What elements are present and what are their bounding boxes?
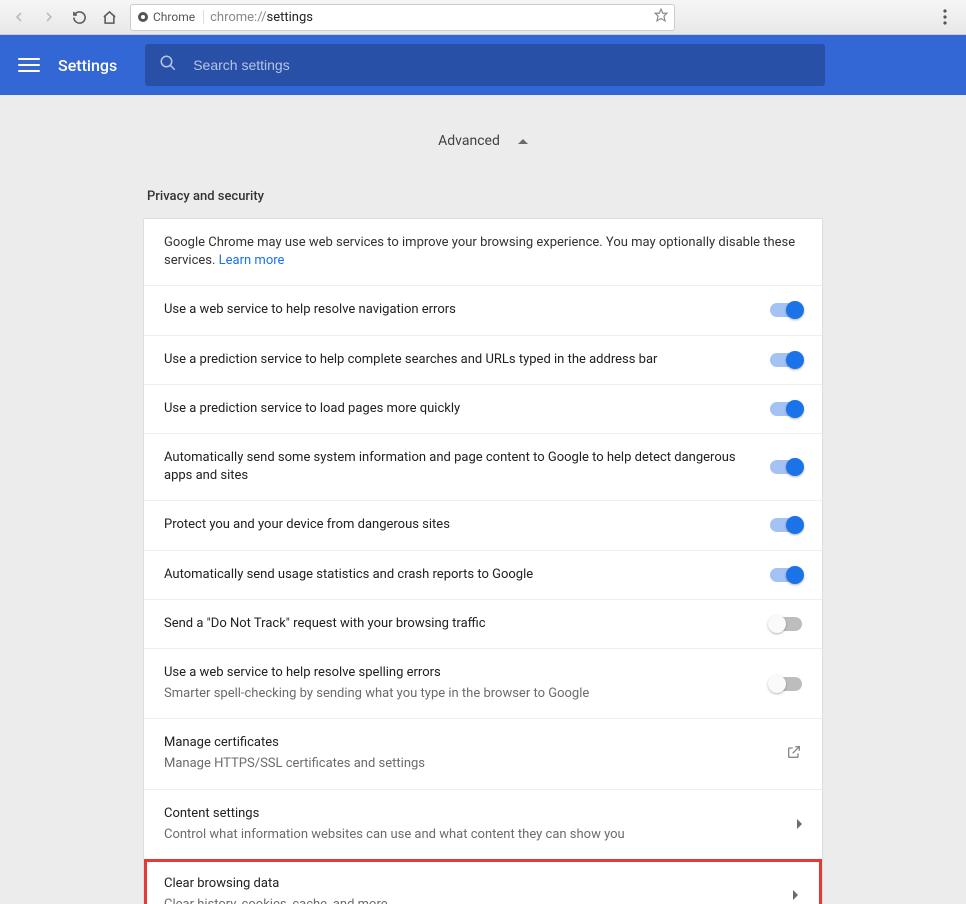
row-label: Automatically send usage statistics and … (164, 566, 746, 584)
settings-row: Protect you and your device from dangero… (144, 500, 822, 549)
url-text: chrome://settings (210, 10, 648, 25)
site-identity-chip[interactable]: Chrome (137, 10, 204, 24)
toggle-switch[interactable] (770, 460, 802, 474)
row-sublabel: Clear history, cookies, cache, and more (164, 896, 742, 904)
settings-row[interactable]: Manage certificates Manage HTTPS/SSL cert… (144, 718, 822, 788)
home-button[interactable] (96, 4, 122, 30)
settings-header: Settings (0, 35, 966, 95)
toggle-switch[interactable] (770, 617, 802, 631)
settings-row: Use a prediction service to load pages m… (144, 384, 822, 433)
page-title: Settings (58, 56, 117, 75)
intro-row: Google Chrome may use web services to im… (144, 219, 822, 285)
privacy-section: Privacy and security Google Chrome may u… (143, 189, 823, 904)
row-label: Content settings (164, 805, 746, 823)
reload-button[interactable] (66, 4, 92, 30)
learn-more-link[interactable]: Learn more (219, 253, 285, 268)
section-title: Privacy and security (143, 189, 823, 204)
row-label: Use a prediction service to load pages m… (164, 400, 746, 418)
toggle-switch[interactable] (770, 518, 802, 532)
toggle-switch[interactable] (770, 303, 802, 317)
address-bar[interactable]: Chrome chrome://settings (130, 4, 675, 31)
external-link-icon (786, 744, 802, 764)
search-field-wrap[interactable] (145, 44, 825, 86)
forward-button[interactable] (36, 4, 62, 30)
settings-row: Use a prediction service to help complet… (144, 335, 822, 384)
toggle-switch[interactable] (770, 402, 802, 416)
chevron-right-icon (797, 819, 802, 829)
row-label: Use a web service to help resolve spelli… (164, 664, 746, 682)
search-input[interactable] (193, 57, 811, 73)
privacy-card: Google Chrome may use web services to im… (143, 218, 823, 904)
caret-up-icon (518, 139, 528, 144)
row-sublabel: Control what information websites can us… (164, 826, 746, 844)
bookmark-star-icon[interactable] (654, 8, 668, 26)
settings-row[interactable]: Clear browsing data Clear history, cookie… (144, 859, 822, 904)
site-label: Chrome (153, 10, 195, 24)
row-label: Send a "Do Not Track" request with your … (164, 615, 746, 633)
settings-row: Use a web service to help resolve naviga… (144, 285, 822, 334)
toggle-switch[interactable] (770, 677, 802, 691)
settings-content: Advanced Privacy and security Google Chr… (0, 95, 966, 904)
search-icon (159, 54, 177, 76)
back-button[interactable] (6, 4, 32, 30)
row-label: Use a prediction service to help complet… (164, 351, 746, 369)
settings-row: Automatically send usage statistics and … (144, 550, 822, 599)
settings-row: Send a "Do Not Track" request with your … (144, 599, 822, 648)
row-label: Clear browsing data (164, 875, 742, 893)
browser-menu-button[interactable] (930, 4, 960, 30)
row-sublabel: Manage HTTPS/SSL certificates and settin… (164, 755, 746, 773)
row-label: Automatically send some system informati… (164, 449, 746, 485)
chevron-right-icon (793, 890, 798, 900)
browser-toolbar: Chrome chrome://settings (0, 0, 966, 35)
advanced-toggle[interactable]: Advanced (438, 133, 528, 149)
toggle-switch[interactable] (770, 568, 802, 582)
row-sublabel: Smarter spell-checking by sending what y… (164, 685, 746, 703)
settings-row[interactable]: Content settings Control what information… (144, 789, 822, 859)
row-label: Manage certificates (164, 734, 746, 752)
row-label: Protect you and your device from dangero… (164, 516, 746, 534)
menu-button[interactable] (18, 54, 40, 76)
settings-row: Use a web service to help resolve spelli… (144, 648, 822, 718)
toggle-switch[interactable] (770, 353, 802, 367)
settings-row: Automatically send some system informati… (144, 433, 822, 500)
row-label: Use a web service to help resolve naviga… (164, 301, 746, 319)
advanced-label: Advanced (438, 133, 500, 149)
